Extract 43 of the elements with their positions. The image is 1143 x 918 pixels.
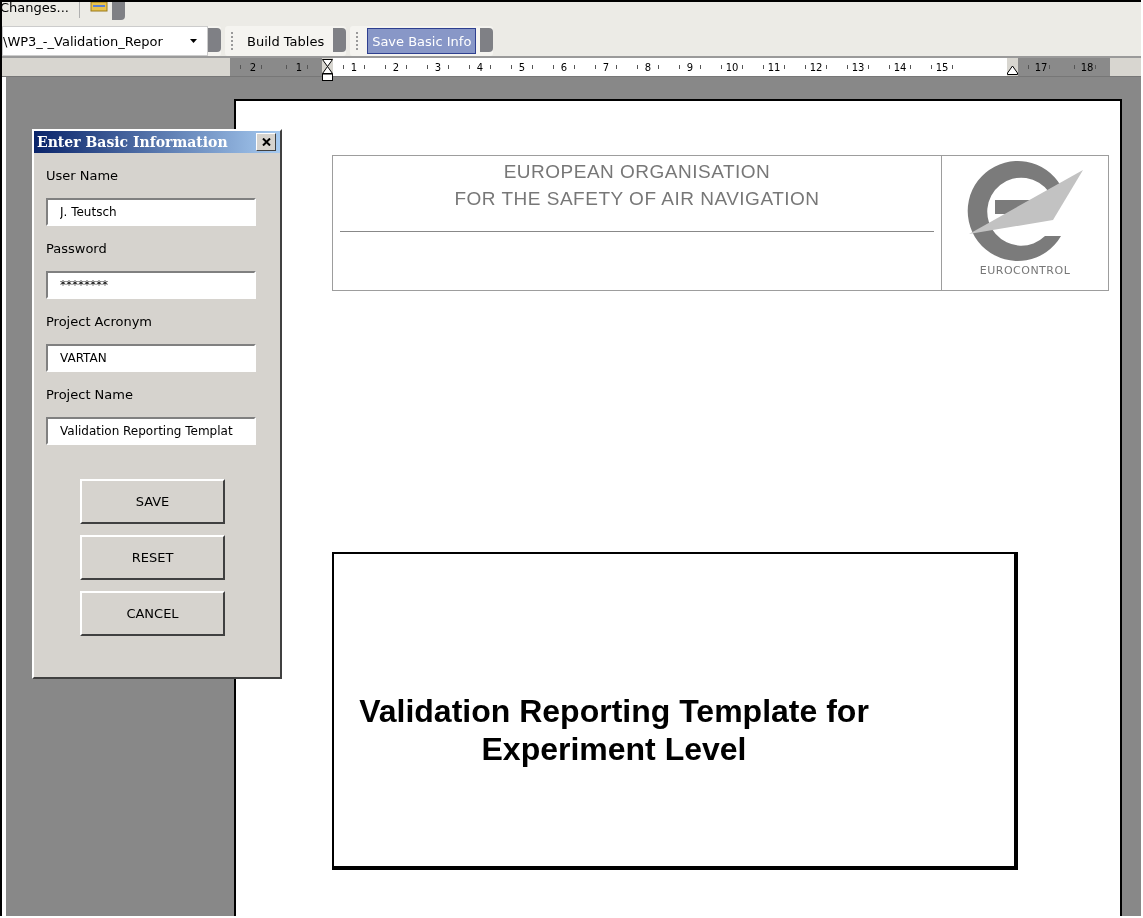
input-field[interactable]: VARTAN bbox=[46, 344, 256, 372]
input-field[interactable]: J. Teutsch bbox=[46, 198, 256, 226]
ruler-number: 2 bbox=[248, 61, 258, 73]
ruler-number: 7 bbox=[601, 61, 611, 73]
organisation-name: FOR THE SAFETY OF AIR NAVIGATION bbox=[454, 187, 820, 211]
ruler-number: 13 bbox=[850, 61, 866, 73]
close-button[interactable] bbox=[256, 133, 276, 151]
ruler-number: 15 bbox=[934, 61, 950, 73]
input-field[interactable]: ******** bbox=[46, 271, 256, 299]
ruler-number: 17 bbox=[1033, 61, 1049, 73]
ruler-number: 14 bbox=[892, 61, 908, 73]
ruler-number: 9 bbox=[685, 61, 695, 73]
document-dropdown[interactable]: \WP3_-_Validation_Repor bbox=[2, 26, 208, 56]
dropdown-arrow-icon bbox=[190, 39, 197, 43]
field-label: User Name bbox=[46, 168, 120, 185]
input-field[interactable]: Validation Reporting Templat bbox=[46, 417, 256, 445]
ruler-number: 1 bbox=[349, 61, 359, 73]
field-label: Project Name bbox=[46, 387, 134, 404]
dialog-button[interactable]: CANCEL bbox=[80, 591, 225, 636]
dialog-button[interactable]: SAVE bbox=[80, 479, 225, 524]
logo-text: EUROCONTROL bbox=[979, 264, 1071, 277]
ruler-number: 18 bbox=[1079, 61, 1095, 73]
toolbar-options-button[interactable] bbox=[480, 28, 494, 52]
folder-icon bbox=[89, 2, 108, 12]
ruler-number: 8 bbox=[643, 61, 653, 73]
close-icon bbox=[261, 138, 271, 146]
ruler-number: 4 bbox=[475, 61, 485, 73]
dialog-button[interactable]: RESET bbox=[80, 535, 225, 580]
field-label: Project Acronym bbox=[46, 314, 154, 331]
dialog-title: Enter Basic Information bbox=[37, 134, 228, 150]
ruler-number: 6 bbox=[559, 61, 569, 73]
ruler-number: 1 bbox=[294, 61, 304, 73]
ruler-number: 3 bbox=[433, 61, 443, 73]
ruler-number: 2 bbox=[391, 61, 401, 73]
ruler-number: 12 bbox=[808, 61, 824, 73]
toolbar-options-button[interactable] bbox=[333, 28, 347, 52]
document-title: Validation Reporting Template for Experiment Level bbox=[359, 692, 869, 768]
ruler-number: 11 bbox=[766, 61, 782, 73]
field-label: Password bbox=[46, 241, 108, 258]
organisation-name: EUROPEAN ORGANISATION bbox=[503, 160, 771, 184]
ruler-number: 10 bbox=[724, 61, 740, 73]
toolbar-options-button[interactable] bbox=[111, 2, 125, 20]
ruler-number: 5 bbox=[517, 61, 527, 73]
